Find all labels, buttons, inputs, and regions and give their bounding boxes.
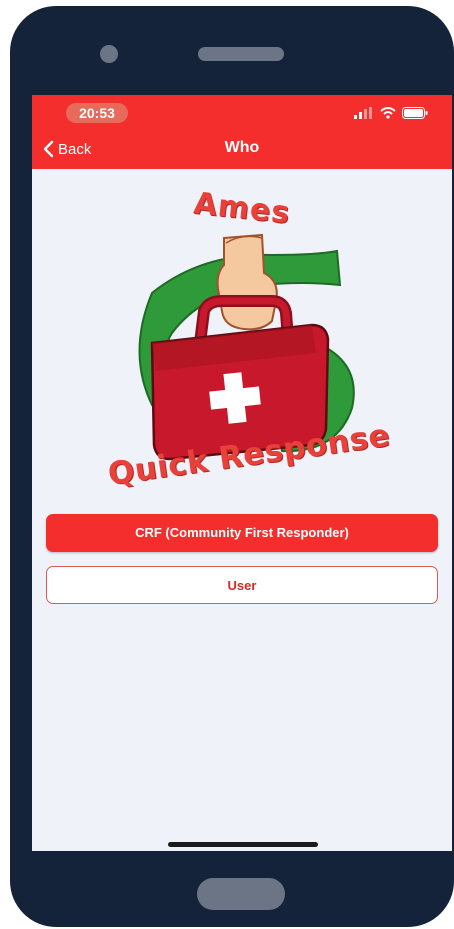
wifi-icon: [380, 107, 396, 119]
earpiece-speaker: [198, 47, 284, 61]
signal-icon: [354, 107, 372, 119]
page-title: Who: [224, 139, 260, 156]
app-screen: 20:53 Back Who Ames Quick Response CRF (…: [32, 95, 452, 851]
user-button[interactable]: User: [46, 566, 438, 604]
status-bar: 20:53: [32, 95, 452, 129]
crf-button[interactable]: CRF (Community First Responder): [46, 514, 438, 552]
battery-icon: [402, 107, 428, 119]
home-indicator[interactable]: [168, 842, 318, 847]
front-camera: [100, 45, 118, 63]
phone-frame: 20:53 Back Who Ames Quick Response CRF (…: [10, 6, 454, 927]
home-button[interactable]: [197, 878, 285, 910]
status-icons: [354, 105, 428, 121]
navigation-bar: Back Who: [32, 129, 452, 169]
status-time: 20:53: [66, 103, 128, 123]
